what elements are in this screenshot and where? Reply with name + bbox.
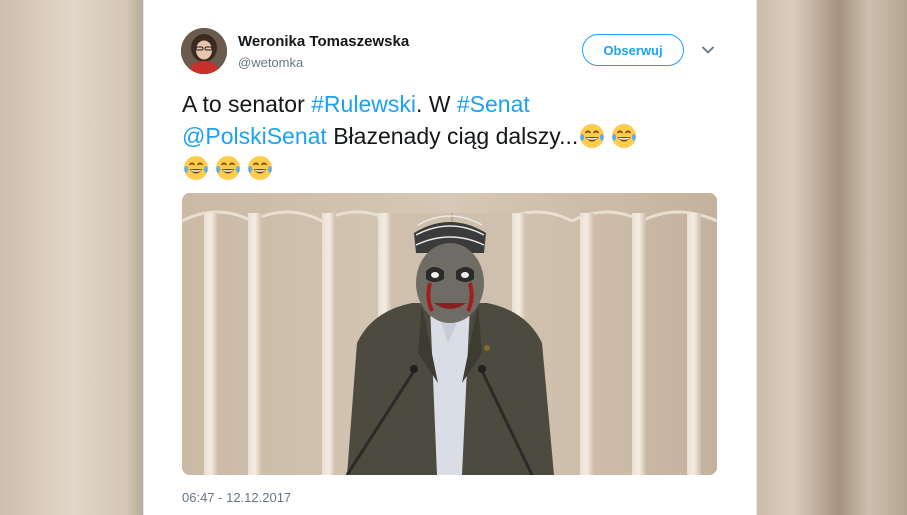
tweet-text: A to senator #Rulewski. W #Senat @PolskiS…: [182, 88, 722, 184]
tears-of-joy-emoji-icon: [214, 154, 242, 182]
tweet-text-part: A to senator: [182, 91, 312, 117]
tweet-text-part: Błazenady ciąg dalszy...: [326, 123, 579, 149]
hashtag-link[interactable]: #Senat: [457, 91, 530, 117]
tears-of-joy-emoji-icon: [182, 154, 210, 182]
tweet-text-part: . W: [415, 91, 457, 117]
background-right: [755, 0, 907, 515]
tears-of-joy-emoji-icon: [246, 154, 274, 182]
tweet-card: Weronika Tomaszewska @wetomka Obserwuj A…: [143, 0, 757, 515]
follow-button[interactable]: Obserwuj: [582, 34, 684, 66]
avatar[interactable]: [181, 28, 227, 74]
tweet-media-photo[interactable]: [182, 193, 717, 475]
chevron-down-icon[interactable]: [700, 42, 716, 58]
hashtag-link[interactable]: #Rulewski: [311, 91, 416, 117]
senate-photo-image: [182, 193, 717, 475]
tweet-timestamp[interactable]: 06:47 - 12.12.2017: [182, 490, 291, 505]
tears-of-joy-emoji-icon: [578, 122, 606, 150]
avatar-image: [181, 28, 227, 74]
author-name[interactable]: Weronika Tomaszewska: [238, 33, 409, 50]
author-handle[interactable]: @wetomka: [238, 55, 303, 70]
tears-of-joy-emoji-icon: [610, 122, 638, 150]
mention-link[interactable]: @PolskiSenat: [182, 123, 327, 149]
